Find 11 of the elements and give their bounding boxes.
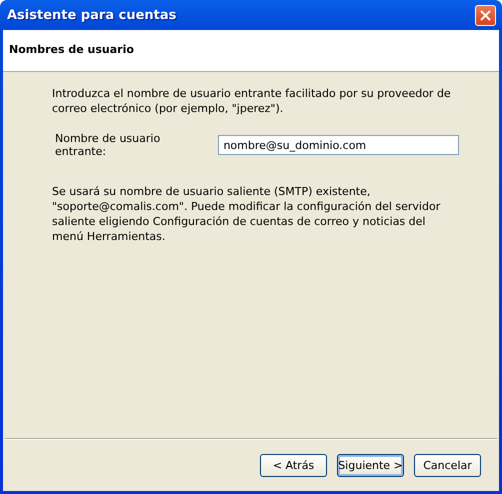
field-label: Nombre de usuario entrante: xyxy=(55,132,162,158)
page-title: Nombres de usuario xyxy=(9,43,134,56)
window-title: Asistente para cuentas xyxy=(7,8,176,22)
close-button[interactable] xyxy=(475,4,496,26)
wizard-button[interactable]: < Atrás xyxy=(260,454,327,476)
wizard-button[interactable]: Cancelar xyxy=(414,454,481,476)
close-icon xyxy=(480,10,491,20)
username-field[interactable]: nombre@su_dominio.com xyxy=(218,135,459,155)
intro-text: Introduzca el nombre de usuario entrante facilitado por su proveedor de correo electrónico (por ejemplo, "jperez"). xyxy=(52,86,452,116)
note-text: Se usará su nombre de usuario saliente (SMTP) existente, "soporte@comalis.com". Puede modificar la configuración del servidor saliente eligiendo Configuración de cuentas de correo y noticias del menú Herramientas. xyxy=(52,184,442,244)
wizard-button[interactable]: Siguiente > xyxy=(337,454,404,476)
